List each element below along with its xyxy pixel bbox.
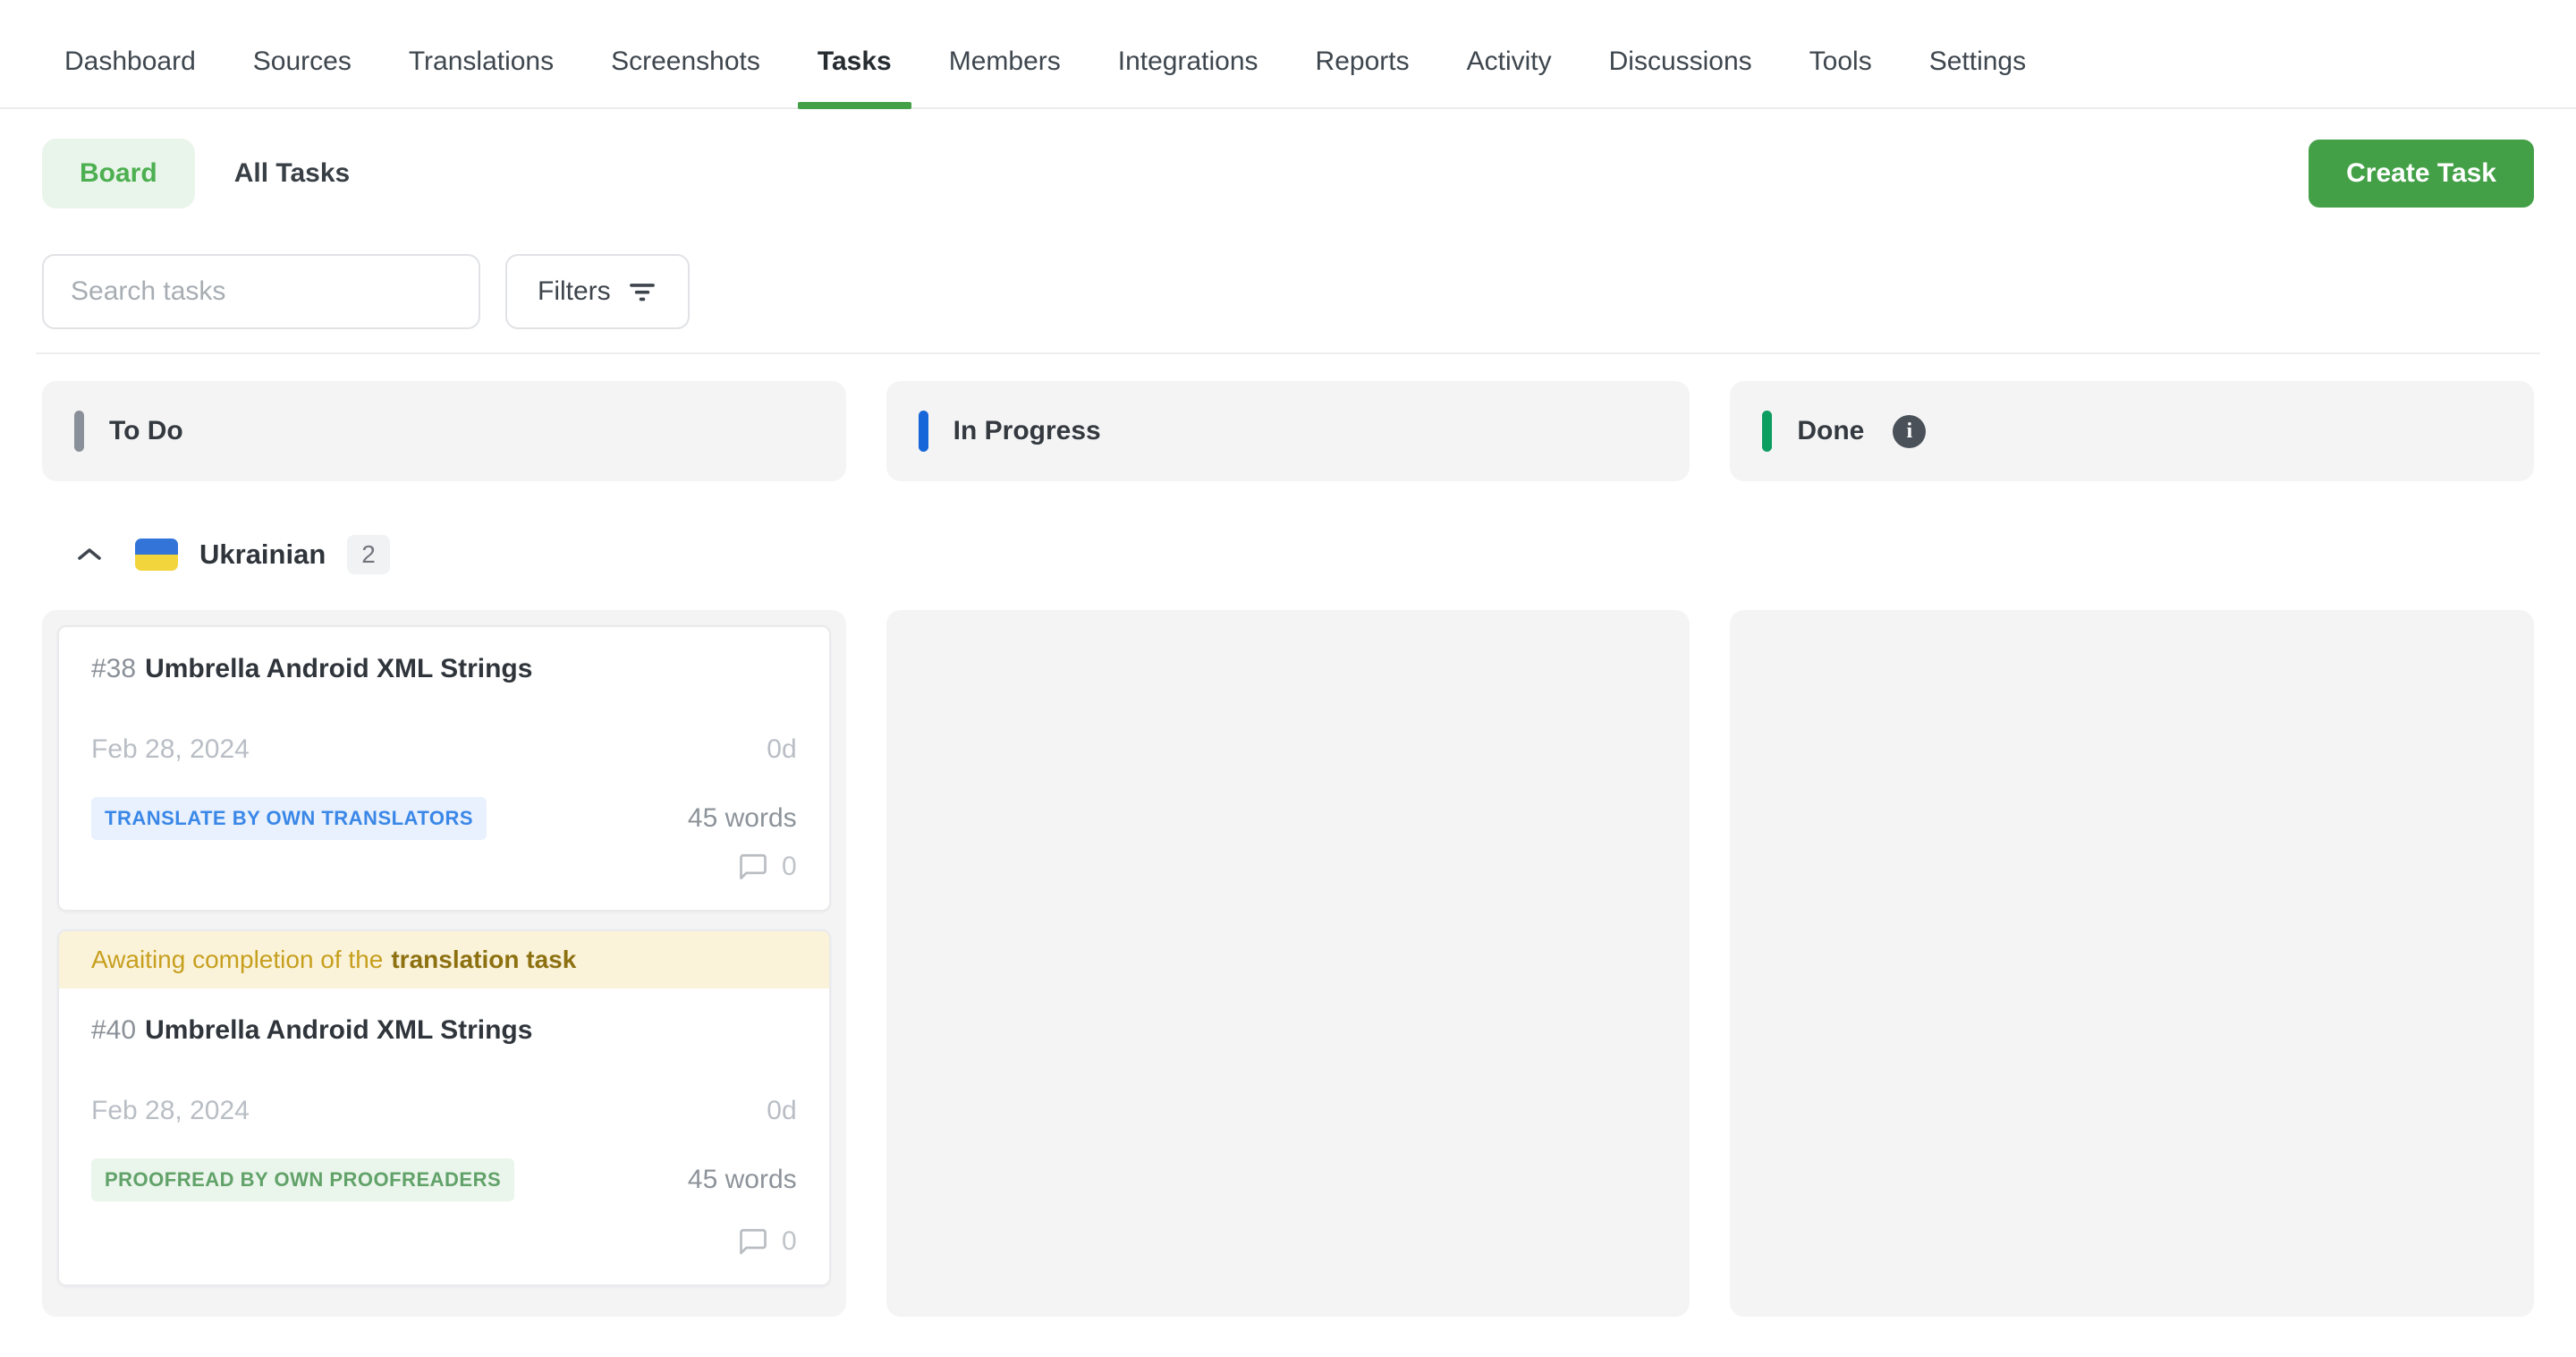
awaiting-banner: Awaiting completion of the translation t… xyxy=(59,931,829,988)
board-column-headers: To Do In Progress Done i xyxy=(42,354,2534,481)
board-columns: #38 Umbrella Android XML Strings Feb 28, … xyxy=(42,610,2534,1317)
nav-tab-translations[interactable]: Translations xyxy=(409,47,554,107)
workflow-step-badge: PROOFREAD BY OWN PROOFREADERS xyxy=(91,1158,514,1201)
nav-tab-tasks[interactable]: Tasks xyxy=(818,47,892,107)
language-task-count-badge: 2 xyxy=(347,535,390,574)
awaiting-banner-task-link[interactable]: translation task xyxy=(391,946,576,974)
awaiting-banner-text: Awaiting completion of the xyxy=(91,946,383,974)
create-task-button[interactable]: Create Task xyxy=(2309,140,2534,208)
nav-tab-discussions[interactable]: Discussions xyxy=(1609,47,1752,107)
done-status-bar xyxy=(1762,411,1772,452)
comment-bubble-icon xyxy=(737,851,769,883)
nav-tab-settings[interactable]: Settings xyxy=(1929,47,2026,107)
search-input[interactable] xyxy=(42,254,480,329)
task-name: Umbrella Android XML Strings xyxy=(145,1015,532,1045)
filters-button-label: Filters xyxy=(538,276,611,307)
nav-tab-reports[interactable]: Reports xyxy=(1316,47,1410,107)
task-due: 0d xyxy=(767,734,796,765)
view-toggle-board[interactable]: Board xyxy=(42,139,195,208)
todo-status-bar xyxy=(74,411,84,452)
nav-tab-members[interactable]: Members xyxy=(949,47,1061,107)
word-count: 45 words xyxy=(688,1165,797,1195)
ukraine-flag-icon xyxy=(135,539,178,571)
nav-tab-integrations[interactable]: Integrations xyxy=(1118,47,1258,107)
language-group-label: Ukrainian xyxy=(199,539,326,571)
done-column xyxy=(1730,610,2534,1317)
nav-tab-dashboard[interactable]: Dashboard xyxy=(64,47,196,107)
task-title-row: #40 Umbrella Android XML Strings xyxy=(91,1012,797,1049)
in-progress-column xyxy=(886,610,1690,1317)
nav-tab-sources[interactable]: Sources xyxy=(253,47,352,107)
comment-count: 0 xyxy=(782,1226,797,1257)
active-tab-underline xyxy=(798,102,911,109)
task-id: #38 xyxy=(91,654,136,683)
word-count: 45 words xyxy=(688,803,797,834)
column-header-done-label: Done xyxy=(1797,416,1864,446)
in-progress-status-bar xyxy=(919,411,928,452)
task-name: Umbrella Android XML Strings xyxy=(145,654,532,683)
todo-column: #38 Umbrella Android XML Strings Feb 28, … xyxy=(42,610,846,1317)
task-card-38[interactable]: #38 Umbrella Android XML Strings Feb 28, … xyxy=(57,625,831,912)
ukraine-flag-bottom xyxy=(135,555,178,571)
column-header-todo-label: To Do xyxy=(109,416,183,446)
search-filter-row: Filters xyxy=(42,254,2534,329)
task-date: Feb 28, 2024 xyxy=(91,1096,250,1126)
nav-tab-screenshots[interactable]: Screenshots xyxy=(611,47,760,107)
info-icon[interactable]: i xyxy=(1893,415,1926,448)
chevron-up-icon xyxy=(76,546,103,564)
ukraine-flag-top xyxy=(135,539,178,555)
task-date: Feb 28, 2024 xyxy=(91,734,250,765)
workflow-step-badge: TRANSLATE BY OWN TRANSLATORS xyxy=(91,797,487,840)
task-due: 0d xyxy=(767,1096,796,1126)
nav-tab-tasks-label: Tasks xyxy=(818,47,892,76)
column-header-in-progress: In Progress xyxy=(886,381,1690,481)
comment-count: 0 xyxy=(782,852,797,882)
nav-tab-activity[interactable]: Activity xyxy=(1467,47,1552,107)
column-header-in-progress-label: In Progress xyxy=(953,416,1101,446)
filter-lines-icon xyxy=(627,276,657,307)
tasks-toolbar: Board All Tasks Create Task xyxy=(42,138,2534,209)
language-group-row: Ukrainian 2 xyxy=(76,533,2534,576)
task-card-40[interactable]: Awaiting completion of the translation t… xyxy=(57,929,831,1286)
task-id: #40 xyxy=(91,1015,136,1045)
project-nav: Dashboard Sources Translations Screensho… xyxy=(0,0,2576,109)
comment-bubble-icon xyxy=(737,1226,769,1258)
nav-tab-tools[interactable]: Tools xyxy=(1809,47,1872,107)
filters-button[interactable]: Filters xyxy=(505,254,690,329)
collapse-group-button[interactable] xyxy=(76,546,103,564)
task-title-row: #38 Umbrella Android XML Strings xyxy=(91,650,797,688)
column-header-done: Done i xyxy=(1730,381,2534,481)
view-toggle-all-tasks[interactable]: All Tasks xyxy=(234,158,351,189)
column-header-todo: To Do xyxy=(42,381,846,481)
